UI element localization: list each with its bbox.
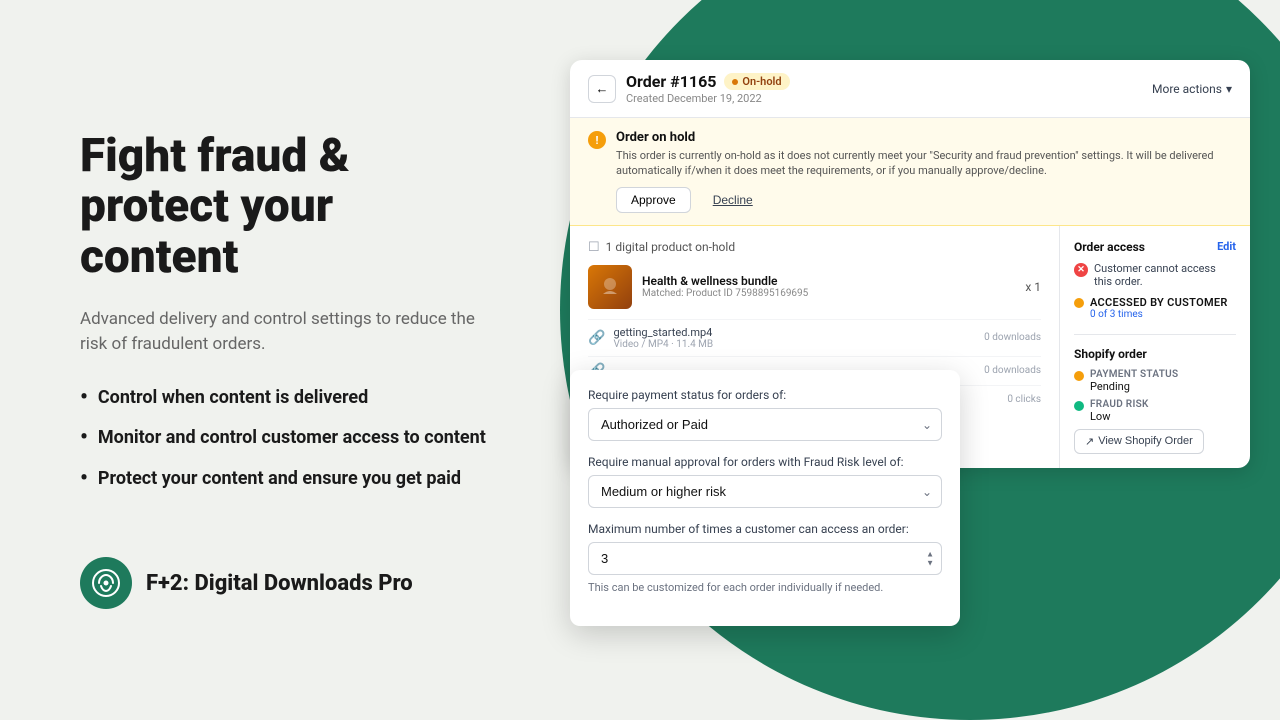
orange-dot-icon [1074, 298, 1084, 308]
bullet-list: Control when content is delivered Monito… [80, 386, 500, 508]
product-meta: Matched: Product ID 7598895169695 [642, 288, 1015, 299]
fraud-risk-row: FRAUD RISK Low [1074, 399, 1236, 423]
edit-link[interactable]: Edit [1217, 240, 1236, 253]
payment-status-popup-label: Require payment status for orders of: [588, 388, 942, 402]
product-quantity: x 1 [1025, 280, 1041, 294]
alert-actions: Approve Decline [616, 187, 1232, 213]
shopify-section: Shopify order PAYMENT STATUS Pending [1074, 334, 1236, 454]
payment-status-label: PAYMENT STATUS [1090, 369, 1236, 380]
back-arrow-icon: ← [596, 81, 609, 97]
payment-status-row: PAYMENT STATUS Pending [1074, 369, 1236, 393]
order-header: ← Order #1165 On-hold Created December 1… [570, 60, 1250, 118]
section-label-text: 1 digital product on-hold [606, 240, 735, 254]
checkbox-icon: ☐ [588, 240, 600, 255]
payment-status-select-wrapper: Authorized or Paid Any status ⌄ [588, 408, 942, 441]
accessed-count: 0 of 3 times [1090, 309, 1228, 320]
max-access-input[interactable] [588, 542, 942, 575]
access-warning: ✕ Customer cannot access this order. [1074, 262, 1236, 288]
bullet-1: Control when content is delivered [80, 386, 500, 413]
more-actions-label: More actions [1152, 82, 1222, 96]
max-access-popup-label: Maximum number of times a customer can a… [588, 522, 942, 536]
order-header-left: ← Order #1165 On-hold Created December 1… [588, 72, 790, 105]
file-stat-2: 0 downloads [984, 365, 1041, 376]
link-out-icon: ↗ [1085, 435, 1094, 448]
brand-name: F+2: Digital Downloads Pro [146, 571, 413, 596]
fraud-risk-label: FRAUD RISK [1090, 399, 1236, 410]
brand-logo-icon [91, 568, 121, 598]
payment-status-field: PAYMENT STATUS Pending [1090, 369, 1236, 393]
more-actions-button[interactable]: More actions ▾ [1152, 82, 1232, 96]
file-stat-3: 0 clicks [1007, 394, 1041, 405]
fraud-risk-popup-label: Require manual approval for orders with … [588, 455, 942, 469]
order-number: Order #1165 [626, 72, 716, 91]
file-stat-1: 0 downloads [984, 332, 1041, 343]
shopify-title: Shopify order [1074, 347, 1236, 361]
yellow-dot-icon [1074, 371, 1084, 381]
decrement-icon[interactable]: ▼ [926, 559, 934, 567]
settings-popup: Require payment status for orders of: Au… [570, 370, 960, 626]
max-access-field-popup: Maximum number of times a customer can a… [588, 522, 942, 594]
right-panel: ← Order #1165 On-hold Created December 1… [520, 0, 1280, 720]
order-access-title-row: Order access Edit [1074, 240, 1236, 254]
view-shopify-order-button[interactable]: ↗ View Shopify Order [1074, 429, 1204, 454]
back-button[interactable]: ← [588, 75, 616, 103]
access-warning-text: Customer cannot access this order. [1094, 262, 1236, 288]
alert-warning-icon: ! [588, 131, 606, 149]
order-title-block: Order #1165 On-hold Created December 19,… [626, 72, 790, 105]
payment-status-select[interactable]: Authorized or Paid Any status [588, 408, 942, 441]
accessed-info: ACCESSED BY CUSTOMER 0 of 3 times [1090, 296, 1228, 320]
decline-button[interactable]: Decline [699, 187, 767, 213]
file-row-1: 🔗 getting_started.mp4 Video / MP4 · 11.4… [588, 319, 1041, 356]
product-thumbnail [588, 265, 632, 309]
ui-container: ← Order #1165 On-hold Created December 1… [570, 60, 1250, 468]
product-info: Health & wellness bundle Matched: Produc… [642, 274, 1015, 299]
alert-content: Order on hold This order is currently on… [616, 130, 1232, 213]
digital-product-label: ☐ 1 digital product on-hold [588, 240, 1041, 255]
status-label: On-hold [742, 75, 781, 88]
file-icon-1: 🔗 [588, 330, 605, 346]
product-name: Health & wellness bundle [642, 274, 1015, 288]
chevron-down-icon: ▾ [1226, 82, 1232, 96]
bullet-3: Protect your content and ensure you get … [80, 467, 500, 494]
fraud-risk-field-popup: Require manual approval for orders with … [588, 455, 942, 508]
warning-icon: ✕ [1074, 263, 1088, 277]
alert-banner: ! Order on hold This order is currently … [570, 118, 1250, 226]
order-sidebar: Order access Edit ✕ Customer cannot acce… [1060, 226, 1250, 468]
alert-title: Order on hold [616, 130, 1232, 145]
file-meta-1: Video / MP4 · 11.4 MB [613, 339, 976, 350]
file-info-1: getting_started.mp4 Video / MP4 · 11.4 M… [613, 326, 976, 350]
order-access-section: Order access Edit ✕ Customer cannot acce… [1074, 240, 1236, 320]
green-dot-icon [1074, 401, 1084, 411]
increment-icon[interactable]: ▲ [926, 550, 934, 558]
fraud-risk-value: Low [1090, 410, 1236, 423]
accessed-title: ACCESSED BY CUSTOMER [1090, 296, 1228, 309]
product-thumb-image [595, 272, 625, 302]
alert-text: This order is currently on-hold as it do… [616, 148, 1232, 179]
order-date: Created December 19, 2022 [626, 92, 790, 105]
fraud-risk-select[interactable]: Medium or higher risk High risk only Any… [588, 475, 942, 508]
payment-status-value: Pending [1090, 380, 1236, 393]
fraud-risk-select-wrapper: Medium or higher risk High risk only Any… [588, 475, 942, 508]
number-stepper: ▲ ▼ [926, 550, 934, 567]
product-row: Health & wellness bundle Matched: Produc… [588, 265, 1041, 309]
payment-status-field-popup: Require payment status for orders of: Au… [588, 388, 942, 441]
approve-button[interactable]: Approve [616, 187, 691, 213]
max-access-number-wrapper: ▲ ▼ [588, 542, 942, 575]
fraud-risk-field: FRAUD RISK Low [1090, 399, 1236, 423]
brand-logo [80, 557, 132, 609]
order-access-title: Order access [1074, 240, 1145, 254]
main-heading: Fight fraud & protect your content [80, 131, 500, 283]
brand-row: F+2: Digital Downloads Pro [80, 557, 500, 609]
view-order-label: View Shopify Order [1098, 435, 1193, 447]
settings-hint: This can be customized for each order in… [588, 581, 942, 594]
left-panel: Fight fraud & protect your content Advan… [0, 0, 580, 720]
accessed-row: ACCESSED BY CUSTOMER 0 of 3 times [1074, 296, 1236, 320]
sub-text: Advanced delivery and control settings t… [80, 307, 500, 358]
bullet-2: Monitor and control customer access to c… [80, 426, 500, 453]
status-dot [732, 79, 738, 85]
file-name-1: getting_started.mp4 [613, 326, 976, 339]
status-badge: On-hold [724, 73, 789, 90]
order-title-row: Order #1165 On-hold [626, 72, 790, 91]
